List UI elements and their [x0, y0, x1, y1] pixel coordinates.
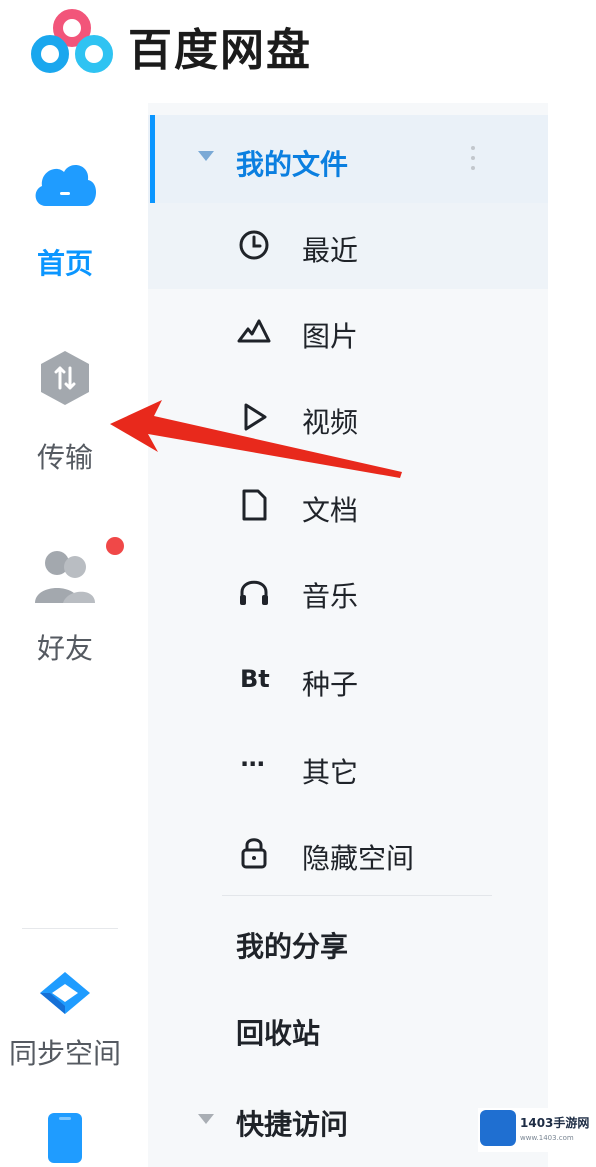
watermark-logo-icon: [480, 1110, 516, 1146]
lock-icon: [241, 838, 267, 869]
rail-item-sync-space[interactable]: 同步空间: [0, 970, 130, 1070]
expand-caret-icon[interactable]: [198, 151, 214, 161]
category-item-music[interactable]: 音乐: [148, 549, 548, 635]
rail-item-home[interactable]: 首页: [0, 150, 130, 280]
mountain-icon: [237, 319, 271, 343]
document-icon: [242, 489, 267, 521]
rail-label-home: 首页: [36, 247, 93, 280]
watermark-text: 1403手游网: [520, 1116, 590, 1130]
more-dots-icon: ···: [240, 750, 265, 778]
more-options-icon[interactable]: [470, 146, 476, 176]
quick-access-caret-icon[interactable]: [198, 1114, 214, 1124]
quick-access-title[interactable]: 快捷访问: [236, 1103, 348, 1143]
rail-divider: [22, 928, 118, 929]
rail-label-friends: 好友: [36, 632, 93, 665]
panel-divider: [222, 895, 492, 896]
rail-item-phone[interactable]: [0, 1110, 130, 1167]
category-item-hidden-space[interactable]: 隐藏空间: [148, 811, 548, 897]
bt-icon: Bt: [240, 665, 270, 693]
rail-item-friends[interactable]: 好友: [0, 545, 130, 675]
category-label-others: 其它: [302, 756, 359, 789]
category-item-torrents[interactable]: 种子: [148, 637, 548, 723]
app-header: 百度网盘: [0, 0, 596, 100]
category-label-recent: 最近: [302, 234, 359, 267]
notification-dot: [106, 537, 124, 555]
headphones-icon: [240, 580, 268, 605]
cloud-home-icon: [35, 165, 97, 206]
content-edge: [548, 103, 596, 1167]
my-share-item[interactable]: 我的分享: [236, 925, 348, 965]
category-label-torrents: 种子: [302, 668, 359, 701]
clock-icon: [239, 230, 269, 260]
category-label-documents: 文档: [302, 494, 359, 527]
category-item-recent[interactable]: 最近: [148, 203, 548, 289]
rail-label-sync-space: 同步空间: [8, 1037, 121, 1070]
category-label-hidden-space: 隐藏空间: [302, 842, 415, 875]
active-indicator: [150, 115, 155, 203]
friends-icon: [35, 551, 95, 603]
my-files-title[interactable]: 我的文件: [236, 143, 348, 183]
category-label-pictures: 图片: [302, 320, 359, 353]
sync-space-icon: [40, 972, 90, 1014]
category-item-pictures[interactable]: 图片: [148, 289, 548, 375]
category-label-music: 音乐: [302, 580, 359, 613]
watermark: 1403手游网 www.1403.com: [478, 1108, 596, 1152]
app-title: 百度网盘: [128, 25, 312, 76]
category-item-others[interactable]: 其它: [148, 725, 548, 811]
watermark-url: www.1403.com: [520, 1134, 574, 1142]
transfer-icon: [41, 351, 89, 405]
red-arrow-annotation: [110, 400, 402, 478]
recycle-bin-item[interactable]: 回收站: [236, 1012, 320, 1052]
baidu-netdisk-logo-icon: [31, 9, 113, 73]
phone-icon: [48, 1113, 82, 1163]
